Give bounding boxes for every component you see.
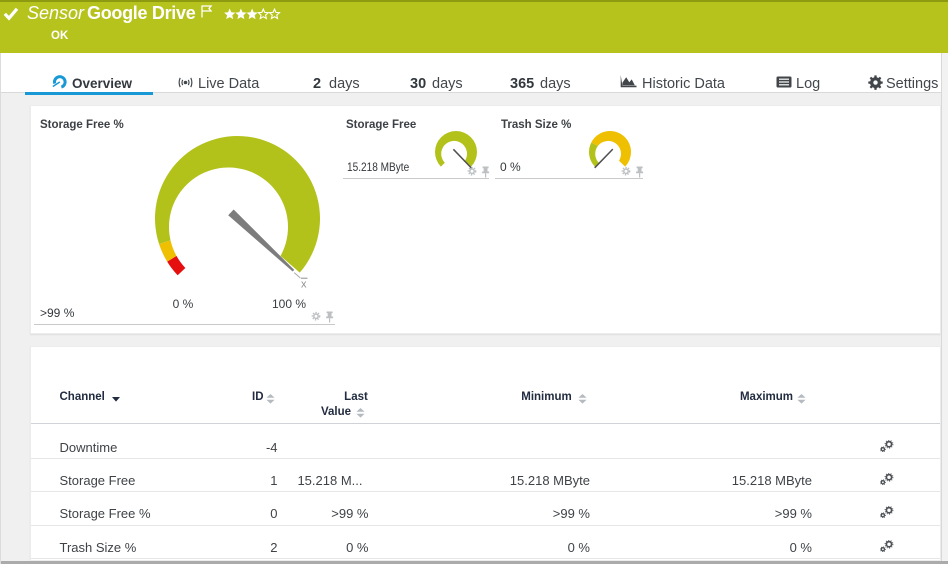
svg-text:x: x <box>301 279 307 291</box>
